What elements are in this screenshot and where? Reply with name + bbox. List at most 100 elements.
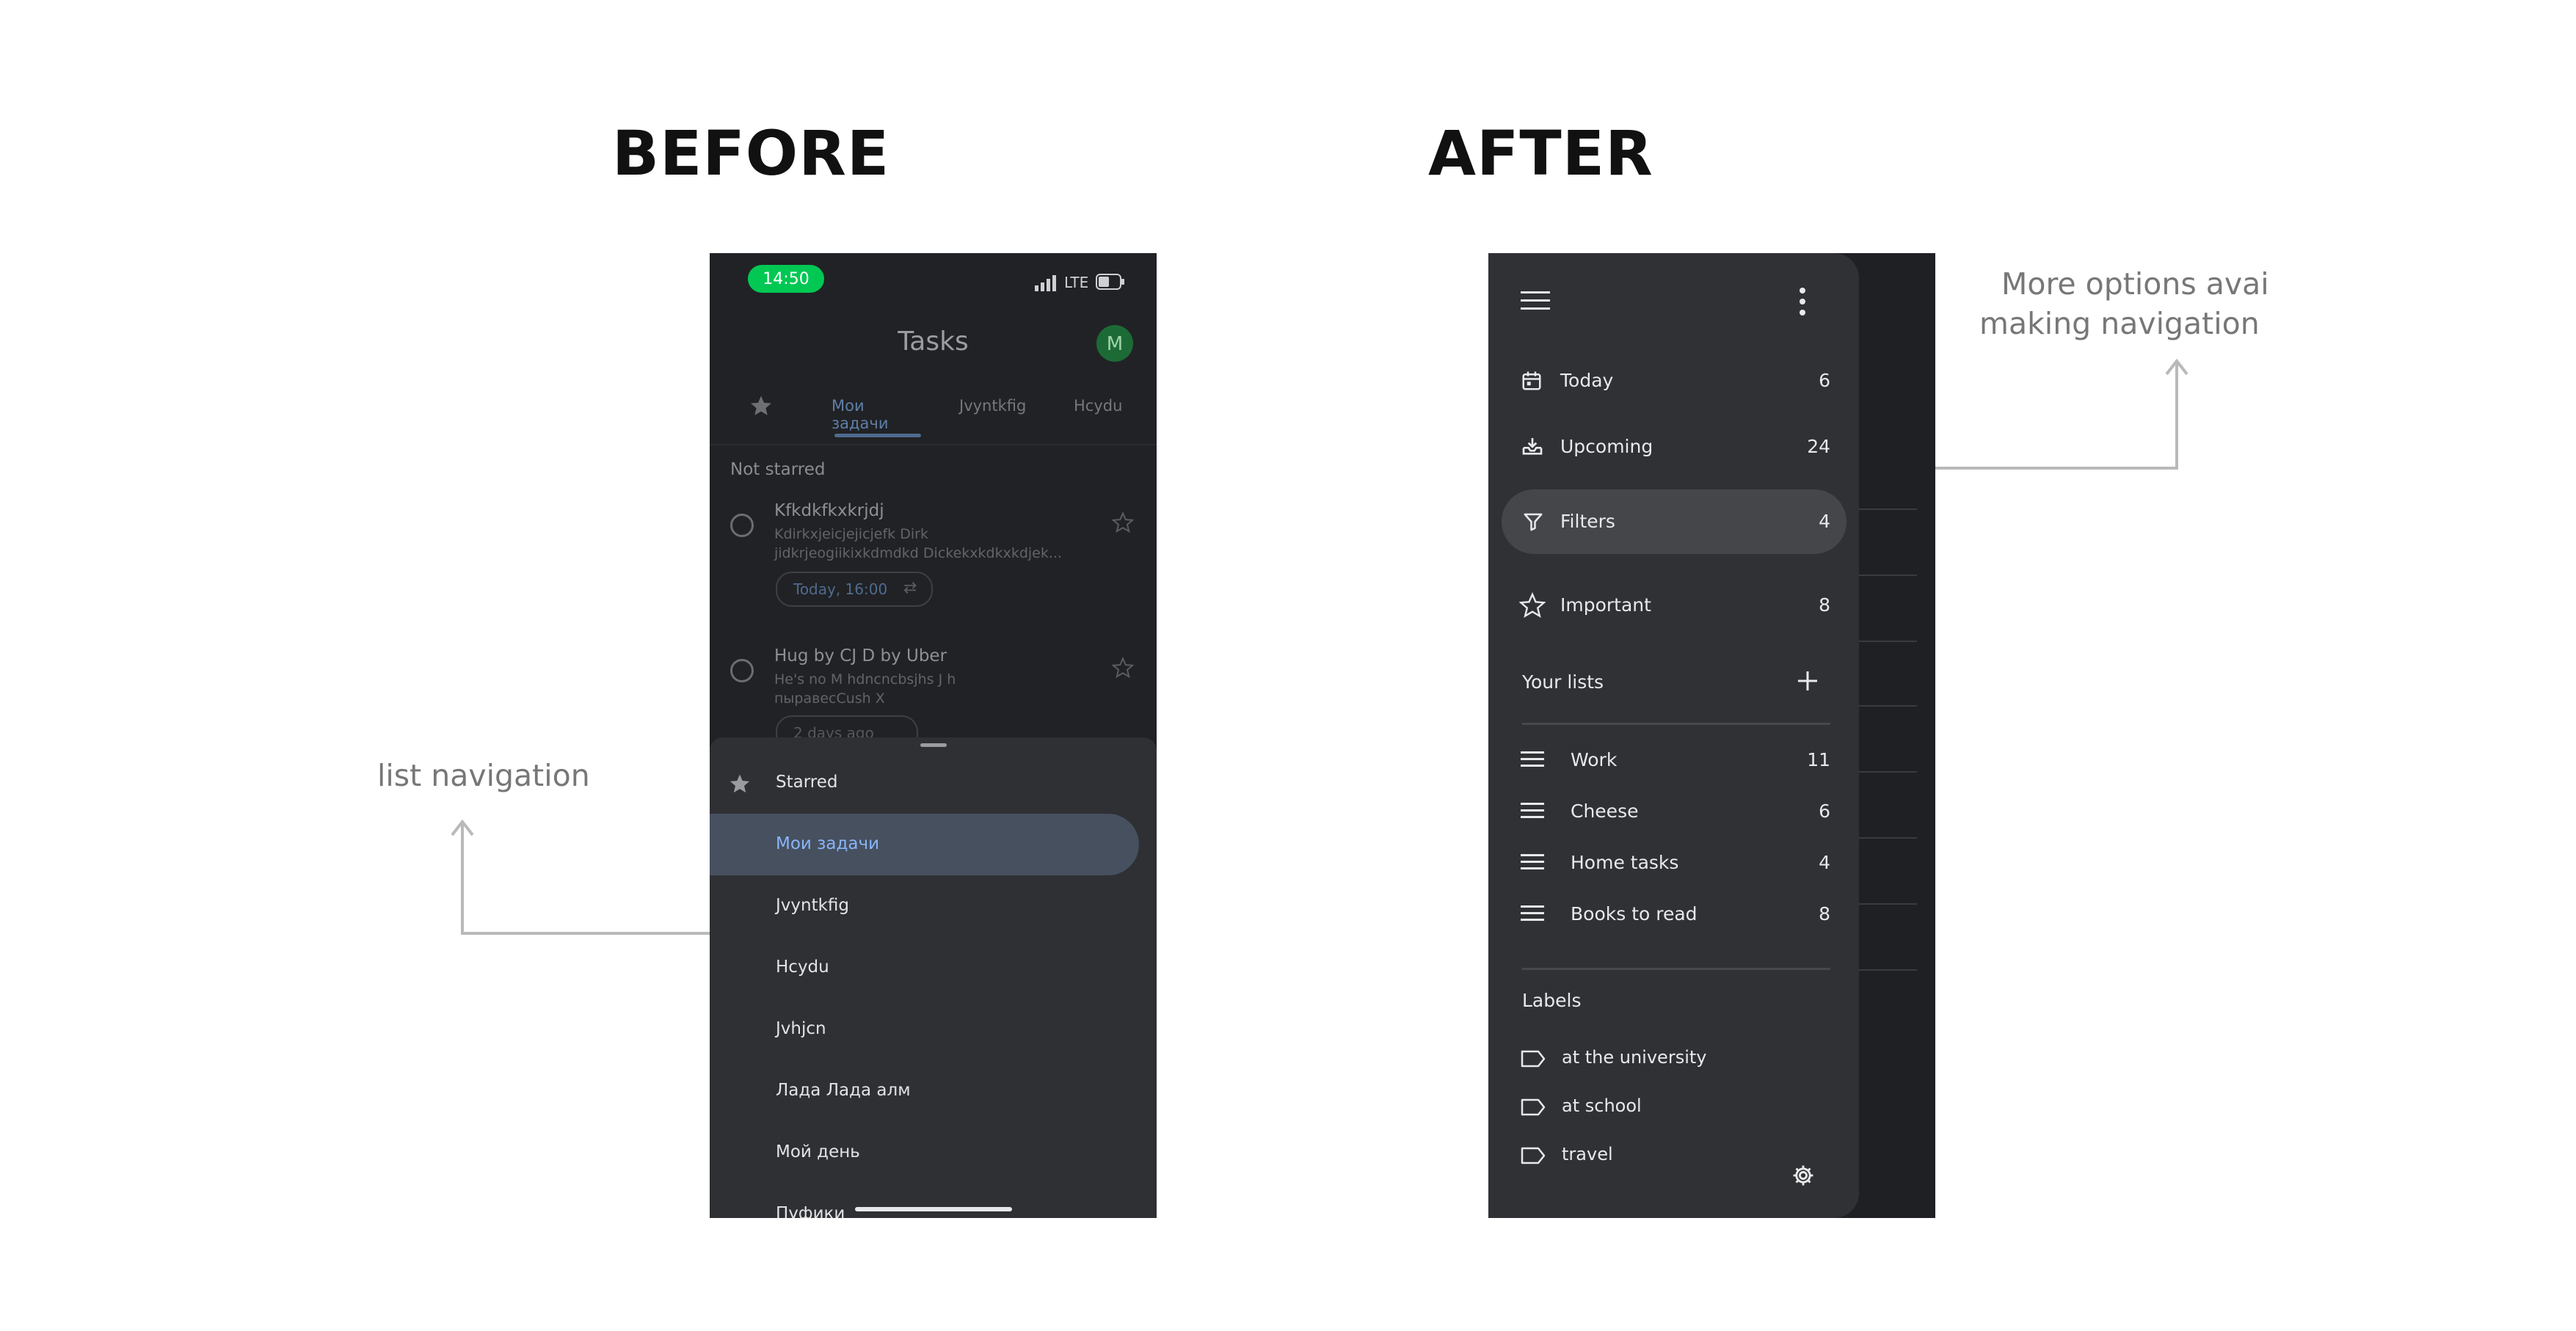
nav-item-label: Upcoming xyxy=(1560,436,1653,457)
more-options-annotation-line1: More options avai xyxy=(2001,266,2269,302)
label-item-label: at the university xyxy=(1562,1047,1707,1068)
background-divider xyxy=(1858,903,1917,905)
list-lines-icon xyxy=(1521,803,1544,818)
navigation-drawer: Today 6 Upcoming 24 Filters 4 Important … xyxy=(1488,253,1859,1218)
menu-icon[interactable] xyxy=(1521,290,1550,312)
label-item[interactable]: at the university xyxy=(1502,1034,1847,1082)
task-notes-line: He's no M hdncncbsjhs J h xyxy=(774,671,956,688)
star-icon xyxy=(729,774,750,793)
gear-icon[interactable] xyxy=(1791,1163,1816,1188)
list-item-label: Work xyxy=(1571,749,1618,770)
tab-jvyntkfig[interactable]: Jvyntkfig xyxy=(959,397,1026,415)
before-heading: BEFORE xyxy=(612,117,890,189)
drawer-item[interactable]: Hcydu xyxy=(710,937,1139,999)
task-notes-line: пыравесCush X xyxy=(774,690,885,707)
list-item-count: 6 xyxy=(1819,801,1830,822)
list-item-cheese[interactable]: Cheese 6 xyxy=(1502,786,1847,837)
more-options-annotation-line2: making navigation xyxy=(1979,306,2260,341)
label-tag-icon xyxy=(1521,1050,1546,1068)
list-lines-icon xyxy=(1521,905,1544,921)
nav-item-filters[interactable]: Filters 4 xyxy=(1502,489,1847,554)
repeat-icon: ⇄ xyxy=(903,579,917,597)
label-tag-icon xyxy=(1521,1098,1546,1116)
task-checkbox[interactable] xyxy=(730,659,754,682)
starred-tab-icon[interactable] xyxy=(749,394,773,417)
list-item-label: Home tasks xyxy=(1571,852,1679,873)
battery-icon xyxy=(1096,274,1124,290)
tab-hcydu[interactable]: Hcydu xyxy=(1074,397,1122,415)
tab-label: Мои задачи xyxy=(832,397,889,432)
list-item-work[interactable]: Work 11 xyxy=(1502,734,1847,786)
chip-label: Today, 16:00 xyxy=(793,580,888,598)
avatar[interactable]: M xyxy=(1096,325,1133,362)
list-item-books-to-read[interactable]: Books to read 8 xyxy=(1502,889,1847,940)
before-phone-screen: 14:50 LTE Tasks M Мои задачи Jvyntkfig H… xyxy=(710,253,1157,1218)
home-indicator xyxy=(855,1207,1012,1211)
drawer-item-label: Пуфики xyxy=(776,1204,845,1218)
nav-item-label: Filters xyxy=(1560,511,1615,532)
background-divider xyxy=(1858,969,1917,971)
section-divider xyxy=(1522,723,1830,725)
list-item-home-tasks[interactable]: Home tasks 4 xyxy=(1502,837,1847,889)
more-vert-icon[interactable] xyxy=(1798,287,1807,316)
task-date-chip[interactable]: Today, 16:00 ⇄ xyxy=(776,572,933,607)
background-divider xyxy=(1858,575,1917,576)
signal-icon xyxy=(1035,275,1056,291)
task-notes-line: jidkrjeogiikixkdmdkd Dickekxkdkxkdjek... xyxy=(774,545,1062,561)
section-divider xyxy=(1522,968,1830,970)
label-tag-icon xyxy=(1521,1147,1546,1164)
list-item-label: Cheese xyxy=(1571,801,1639,822)
list-navigation-connector xyxy=(451,819,735,941)
list-lines-icon xyxy=(1521,751,1544,767)
dimmed-background: 14:50 LTE Tasks M Мои задачи Jvyntkfig H… xyxy=(710,253,1157,751)
nav-item-important[interactable]: Important 8 xyxy=(1502,573,1847,638)
label-item[interactable]: at school xyxy=(1502,1082,1847,1131)
app-title: Tasks xyxy=(898,327,969,357)
list-item-count: 4 xyxy=(1819,852,1830,873)
drawer-item[interactable]: Пуфики xyxy=(710,1184,1139,1218)
star-outline-icon[interactable] xyxy=(1112,511,1134,533)
star-outline-icon[interactable] xyxy=(1112,657,1134,679)
network-label: LTE xyxy=(1064,274,1089,291)
nav-item-upcoming[interactable]: Upcoming 24 xyxy=(1502,415,1847,479)
background-divider xyxy=(1858,837,1917,839)
drawer-item-label: Jvyntkfig xyxy=(776,896,850,915)
drawer-item[interactable]: Лада Лада алм xyxy=(710,1060,1139,1122)
drawer-item-label: Starred xyxy=(776,773,838,792)
drawer-item-label: Мой день xyxy=(776,1142,860,1162)
task-title[interactable]: Hug by CJ D by Uber xyxy=(774,646,947,666)
drag-handle[interactable] xyxy=(920,743,947,747)
list-navigation-annotation: list navigation xyxy=(377,758,590,793)
drawer-item-label: Hcydu xyxy=(776,958,829,977)
nav-item-count: 24 xyxy=(1807,436,1830,457)
after-phone-screen: Today 6 Upcoming 24 Filters 4 Important … xyxy=(1488,253,1935,1218)
nav-item-count: 4 xyxy=(1819,511,1830,532)
drawer-item[interactable]: Мой день xyxy=(710,1122,1139,1184)
tab-my-tasks[interactable]: Мои задачи xyxy=(827,397,923,441)
nav-item-count: 6 xyxy=(1819,370,1830,391)
star-icon xyxy=(1519,592,1546,619)
list-item-count: 8 xyxy=(1819,903,1830,925)
drawer-item-selected[interactable]: Мои задачи xyxy=(710,814,1139,875)
task-checkbox[interactable] xyxy=(730,514,754,537)
background-divider xyxy=(1858,771,1917,773)
status-time: 14:50 xyxy=(763,270,809,288)
drawer-item[interactable]: Jvyntkfig xyxy=(710,875,1139,937)
your-lists-title: Your lists xyxy=(1522,671,1604,693)
drawer-item-label: Мои задачи xyxy=(776,834,880,853)
nav-item-today[interactable]: Today 6 xyxy=(1502,349,1847,413)
tab-indicator xyxy=(834,434,921,437)
labels-title: Labels xyxy=(1522,990,1582,1011)
status-time-pill: 14:50 xyxy=(748,265,824,293)
label-item-label: travel xyxy=(1562,1144,1613,1164)
calendar-icon xyxy=(1522,371,1541,390)
add-list-icon[interactable] xyxy=(1797,670,1819,692)
nav-item-label: Today xyxy=(1560,370,1614,391)
nav-item-label: Important xyxy=(1560,594,1651,616)
drawer-item-label: Jvhjcn xyxy=(776,1019,826,1038)
drawer-item[interactable]: Jvhjcn xyxy=(710,999,1139,1060)
drawer-item-starred[interactable]: Starred xyxy=(710,752,1139,814)
background-divider xyxy=(1858,641,1917,642)
inbox-icon xyxy=(1522,438,1543,455)
task-title[interactable]: Kfkdkfkxkrjdj xyxy=(774,501,884,520)
